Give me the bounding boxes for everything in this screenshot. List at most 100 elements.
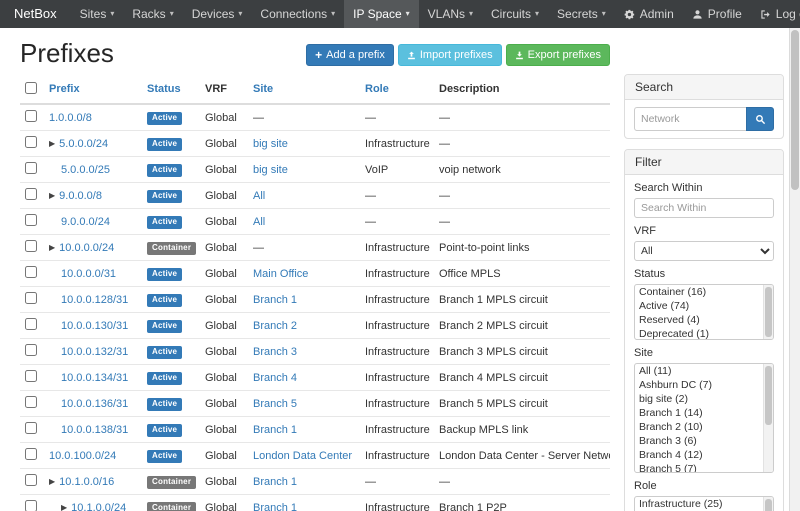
- site-link[interactable]: big site: [253, 164, 288, 176]
- site-listbox[interactable]: All (11)Ashburn DC (7)big site (2)Branch…: [634, 363, 774, 473]
- page-scrollbar[interactable]: [789, 28, 800, 511]
- column-header-role[interactable]: Role: [360, 77, 434, 104]
- nav-item-secrets[interactable]: Secrets▾: [548, 0, 615, 28]
- row-checkbox[interactable]: [25, 136, 37, 148]
- site-link[interactable]: Branch 1: [253, 476, 297, 488]
- nav-item-vlans[interactable]: VLANs▾: [419, 0, 482, 28]
- site-link[interactable]: Branch 1: [253, 294, 297, 306]
- search-button[interactable]: [746, 107, 774, 131]
- status-option[interactable]: Active (74): [635, 299, 773, 313]
- nav-item-ip-space[interactable]: IP Space▾: [344, 0, 419, 28]
- nav-item-racks[interactable]: Racks▾: [123, 0, 182, 28]
- row-checkbox[interactable]: [25, 448, 37, 460]
- row-checkbox[interactable]: [25, 396, 37, 408]
- row-checkbox[interactable]: [25, 344, 37, 356]
- prefix-link[interactable]: 10.0.100.0/24: [49, 450, 116, 462]
- prefix-link[interactable]: 10.1.0.0/24: [71, 502, 126, 511]
- site-link[interactable]: Branch 3: [253, 346, 297, 358]
- site-link[interactable]: Branch 5: [253, 398, 297, 410]
- site-link[interactable]: Main Office: [253, 268, 308, 280]
- search-input[interactable]: [634, 107, 746, 131]
- prefix-link[interactable]: 10.0.0.136/31: [61, 398, 128, 410]
- role-listbox[interactable]: Infrastructure (25)Management (8)Private…: [634, 496, 774, 511]
- scrollbar-thumb[interactable]: [791, 30, 799, 190]
- site-option[interactable]: big site (2): [635, 392, 773, 406]
- status-cell: Container: [142, 469, 200, 495]
- site-link[interactable]: All: [253, 216, 265, 228]
- prefix-link[interactable]: 5.0.0.0/25: [61, 164, 110, 176]
- description-cell: —: [434, 104, 610, 131]
- prefix-link[interactable]: 10.0.0.134/31: [61, 372, 128, 384]
- site-option[interactable]: Branch 5 (7): [635, 462, 773, 473]
- site-link[interactable]: Branch 4: [253, 372, 297, 384]
- profile-link[interactable]: Profile: [683, 0, 751, 28]
- prefix-cell: 10.0.0.0/31: [44, 261, 142, 287]
- row-checkbox[interactable]: [25, 162, 37, 174]
- row-select-cell: [20, 391, 44, 417]
- search-within-input[interactable]: [634, 198, 774, 218]
- row-checkbox[interactable]: [25, 266, 37, 278]
- prefix-link[interactable]: 5.0.0.0/24: [59, 138, 108, 150]
- prefix-link[interactable]: 9.0.0.0/8: [59, 190, 102, 202]
- row-checkbox[interactable]: [25, 188, 37, 200]
- prefix-link[interactable]: 10.0.0.138/31: [61, 424, 128, 436]
- row-checkbox[interactable]: [25, 318, 37, 330]
- table-row: ▶9.0.0.0/8ActiveGlobalAll——: [20, 183, 610, 209]
- nav-item-circuits[interactable]: Circuits▾: [482, 0, 548, 28]
- prefix-link[interactable]: 10.0.0.0/24: [59, 242, 114, 254]
- prefix-link[interactable]: 1.0.0.0/8: [49, 112, 92, 124]
- admin-link[interactable]: Admin: [615, 0, 683, 28]
- role-option[interactable]: Infrastructure (25): [635, 497, 773, 511]
- row-checkbox[interactable]: [25, 240, 37, 252]
- export-prefixes-button[interactable]: Export prefixes: [506, 44, 610, 66]
- prefix-link[interactable]: 10.0.0.0/31: [61, 268, 116, 280]
- prefix-indent: ▶5.0.0.0/24: [49, 138, 108, 150]
- site-link[interactable]: Branch 2: [253, 320, 297, 332]
- row-checkbox[interactable]: [25, 422, 37, 434]
- status-badge: Active: [147, 112, 182, 125]
- status-option[interactable]: Container (16): [635, 285, 773, 299]
- vrf-select[interactable]: All: [634, 241, 774, 261]
- site-link[interactable]: London Data Center: [253, 450, 352, 462]
- prefix-link[interactable]: 10.0.0.132/31: [61, 346, 128, 358]
- site-option[interactable]: Branch 1 (14): [635, 406, 773, 420]
- site-option[interactable]: Branch 2 (10): [635, 420, 773, 434]
- select-all-checkbox[interactable]: [25, 82, 37, 94]
- nav-item-devices[interactable]: Devices▾: [183, 0, 252, 28]
- role-cell: Infrastructure: [360, 495, 434, 511]
- row-checkbox[interactable]: [25, 474, 37, 486]
- status-option[interactable]: Deprecated (1): [635, 327, 773, 340]
- site-link[interactable]: big site: [253, 138, 288, 150]
- site-link[interactable]: Branch 1: [253, 424, 297, 436]
- status-listbox[interactable]: Container (16)Active (74)Reserved (4)Dep…: [634, 284, 774, 340]
- nav-item-label: Racks: [132, 0, 165, 28]
- site-cell: Branch 4: [248, 365, 360, 391]
- prefix-link[interactable]: 10.0.0.130/31: [61, 320, 128, 332]
- column-header-site[interactable]: Site: [248, 77, 360, 104]
- import-prefixes-button[interactable]: Import prefixes: [398, 44, 502, 66]
- row-checkbox[interactable]: [25, 292, 37, 304]
- prefix-link[interactable]: 10.0.0.128/31: [61, 294, 128, 306]
- column-header-prefix[interactable]: Prefix: [44, 77, 142, 104]
- row-checkbox[interactable]: [25, 110, 37, 122]
- logout-link[interactable]: Log out: [751, 0, 800, 28]
- site-option[interactable]: Branch 3 (6): [635, 434, 773, 448]
- site-option[interactable]: Branch 4 (12): [635, 448, 773, 462]
- site-link[interactable]: All: [253, 190, 265, 202]
- site-link[interactable]: Branch 1: [253, 502, 297, 511]
- row-checkbox[interactable]: [25, 214, 37, 226]
- table-row: 10.0.0.134/31ActiveGlobalBranch 4Infrast…: [20, 365, 610, 391]
- nav-item-sites[interactable]: Sites▾: [71, 0, 124, 28]
- column-header-vrf: VRF: [200, 77, 248, 104]
- column-header-status[interactable]: Status: [142, 77, 200, 104]
- site-option[interactable]: All (11): [635, 364, 773, 378]
- nav-item-connections[interactable]: Connections▾: [251, 0, 344, 28]
- brand-link[interactable]: NetBox: [0, 0, 71, 28]
- prefix-link[interactable]: 9.0.0.0/24: [61, 216, 110, 228]
- status-option[interactable]: Reserved (4): [635, 313, 773, 327]
- add-prefix-button[interactable]: + Add a prefix: [306, 44, 394, 66]
- prefix-link[interactable]: 10.1.0.0/16: [59, 476, 114, 488]
- site-option[interactable]: Ashburn DC (7): [635, 378, 773, 392]
- row-checkbox[interactable]: [25, 500, 37, 511]
- row-checkbox[interactable]: [25, 370, 37, 382]
